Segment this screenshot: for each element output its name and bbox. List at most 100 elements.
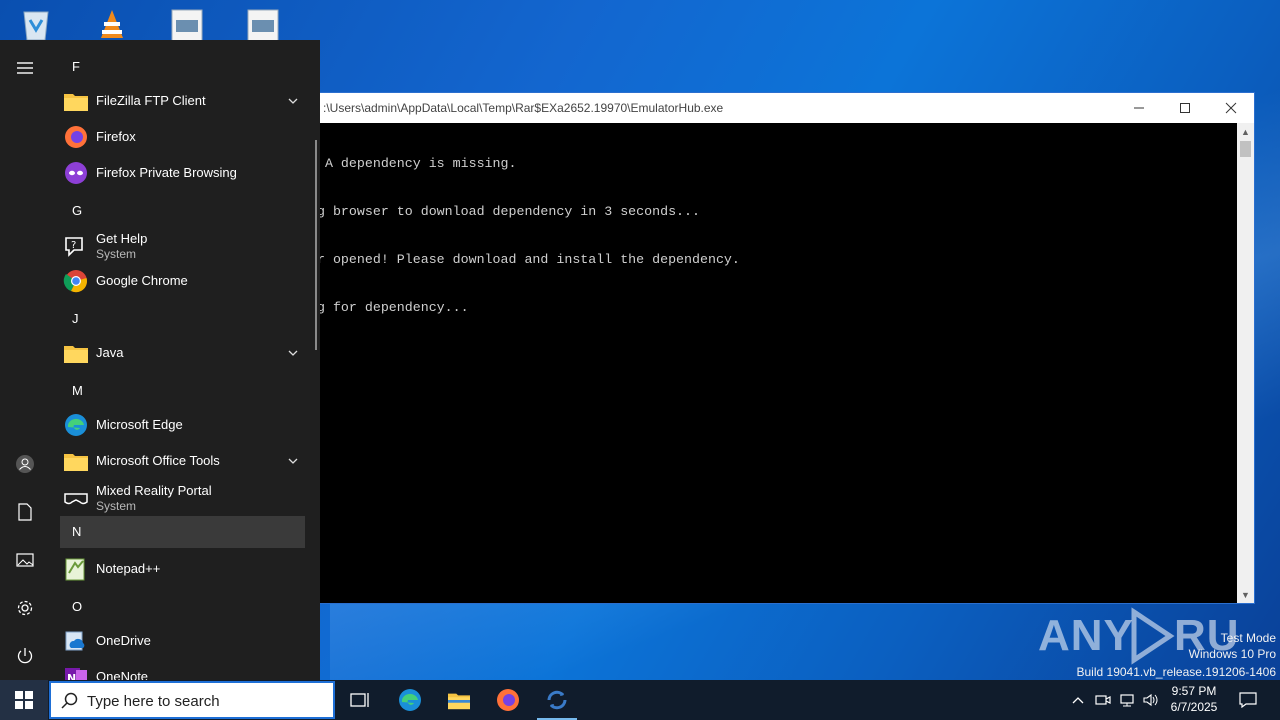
section-header-m[interactable]: M <box>60 375 305 407</box>
app-name: Google Chrome <box>96 273 188 288</box>
start-button[interactable] <box>0 680 48 720</box>
app-subtitle: System <box>96 499 137 513</box>
section-header-g[interactable]: G <box>60 195 305 227</box>
app-name: Firefox <box>96 129 136 144</box>
section-header-o[interactable]: O <box>60 591 305 623</box>
console-line: ng browser to download dependency in 3 s… <box>309 204 700 219</box>
notepad-plus-plus-icon <box>65 558 85 581</box>
start-rail <box>0 40 50 680</box>
documents-icon[interactable] <box>13 500 37 524</box>
user-account-icon[interactable] <box>13 452 37 476</box>
svg-text:?: ? <box>71 240 76 251</box>
app-name: FileZilla FTP Client <box>96 93 206 108</box>
vlc-icon[interactable] <box>92 6 132 42</box>
windows-logo-icon <box>15 691 33 709</box>
maximize-button[interactable] <box>1162 93 1208 123</box>
section-header-j[interactable]: J <box>60 303 305 335</box>
scrollbar-thumb[interactable] <box>1240 141 1251 157</box>
app-item-java[interactable]: Java <box>60 335 305 371</box>
maximize-icon <box>1180 103 1190 113</box>
build-label: Build 19041.vb_release.191206-1406 <box>1076 665 1277 679</box>
app-name: OneDrive <box>96 633 151 648</box>
task-view-icon <box>350 693 369 707</box>
test-mode-label: Test Mode <box>1220 631 1276 645</box>
app-name: Firefox Private Browsing <box>96 165 237 180</box>
search-icon <box>61 692 78 709</box>
app-name: Java <box>96 345 124 360</box>
app-item-firefox[interactable]: Firefox <box>60 119 305 155</box>
section-header-n[interactable]: N <box>60 516 305 548</box>
power-icon[interactable] <box>13 644 37 668</box>
app-item-google-chrome[interactable]: Google Chrome <box>60 263 305 299</box>
close-icon <box>1225 102 1237 114</box>
folder-icon <box>64 454 88 471</box>
recycle-bin-icon[interactable] <box>16 6 56 42</box>
hamburger-menu-icon[interactable] <box>13 56 37 80</box>
taskbar-clock[interactable]: 9:57 PM 6/7/2025 <box>1158 683 1230 715</box>
app-item-onenote[interactable]: N OneNote <box>60 659 305 680</box>
firefox-icon <box>497 689 519 711</box>
onenote-icon: N <box>65 668 87 680</box>
app-name: OneNote <box>96 669 149 680</box>
app-item-microsoft-office-tools[interactable]: Microsoft Office Tools <box>60 443 305 479</box>
app-name: Microsoft Edge <box>96 417 183 432</box>
file-explorer-icon <box>448 693 470 710</box>
taskbar-emulatorhub[interactable] <box>533 680 581 720</box>
pictures-icon[interactable] <box>13 548 37 572</box>
app-item-notepad-plus-plus[interactable]: Notepad++ <box>60 551 305 587</box>
app-item-onedrive[interactable]: OneDrive <box>60 623 305 659</box>
console-window[interactable]: :\Users\admin\AppData\Local\Temp\Rar$EXa… <box>300 92 1255 604</box>
app-item-filezilla[interactable]: FileZilla FTP Client <box>60 83 305 119</box>
get-help-icon: ? <box>65 237 83 257</box>
scroll-up-arrow-icon[interactable]: ▲ <box>1237 123 1254 140</box>
svg-text:N: N <box>67 672 76 680</box>
onedrive-icon <box>65 631 85 651</box>
search-input[interactable] <box>87 690 317 712</box>
document-icon[interactable] <box>244 6 284 43</box>
taskbar: 9:57 PM 6/7/2025 <box>0 680 1280 720</box>
scroll-down-arrow-icon[interactable]: ▼ <box>1237 586 1254 603</box>
app-subtitle: System <box>96 247 137 261</box>
app-item-mixed-reality-portal[interactable]: Mixed Reality Portal System <box>60 481 305 517</box>
clock-time: 9:57 PM <box>1171 684 1217 698</box>
console-line: er opened! Please download and install t… <box>309 252 740 267</box>
taskbar-file-explorer[interactable] <box>435 680 483 720</box>
meet-now-icon[interactable] <box>1092 680 1114 720</box>
chevron-down-icon[interactable] <box>287 95 299 107</box>
app-name: Mixed Reality Portal <box>96 483 212 498</box>
app-item-firefox-private[interactable]: Firefox Private Browsing <box>60 155 305 191</box>
console-output[interactable]: : A dependency is missing. ng browser to… <box>301 123 1237 603</box>
search-box[interactable] <box>49 681 335 719</box>
minimize-button[interactable] <box>1116 93 1162 123</box>
console-title: :\Users\admin\AppData\Local\Temp\Rar$EXa… <box>323 101 724 115</box>
app-name: Get Help <box>96 231 148 246</box>
section-header-f[interactable]: F <box>60 51 305 83</box>
network-icon[interactable] <box>1116 680 1138 720</box>
action-center-icon[interactable] <box>1234 680 1262 720</box>
settings-gear-icon[interactable] <box>13 596 37 620</box>
app-item-get-help[interactable]: ? Get Help System <box>60 229 305 265</box>
console-titlebar[interactable]: :\Users\admin\AppData\Local\Temp\Rar$EXa… <box>301 93 1254 123</box>
console-scrollbar[interactable]: ▲ ▼ <box>1237 123 1254 603</box>
app-name: Microsoft Office Tools <box>96 453 220 468</box>
firefox-private-icon <box>65 162 87 184</box>
start-menu-scrollbar[interactable] <box>315 140 317 350</box>
mixed-reality-icon <box>64 493 88 505</box>
edge-icon <box>399 689 421 711</box>
svg-text:ANY: ANY <box>1038 611 1134 660</box>
chevron-down-icon[interactable] <box>287 455 299 467</box>
chrome-icon <box>63 270 87 293</box>
show-hidden-icons-chevron-up-icon[interactable] <box>1068 680 1088 720</box>
document-icon[interactable] <box>168 6 208 43</box>
taskbar-edge[interactable] <box>386 680 434 720</box>
console-line: ng for dependency... <box>309 300 469 315</box>
firefox-icon <box>65 126 87 148</box>
emulatorhub-icon <box>547 690 567 710</box>
app-item-microsoft-edge[interactable]: Microsoft Edge <box>60 407 305 443</box>
chevron-down-icon[interactable] <box>287 347 299 359</box>
task-view-button[interactable] <box>336 680 384 720</box>
close-button[interactable] <box>1208 93 1254 123</box>
edge-icon <box>65 414 87 436</box>
taskbar-firefox[interactable] <box>484 680 532 720</box>
app-list[interactable]: F FileZilla FTP Client Firefox Firefox P… <box>60 40 308 680</box>
